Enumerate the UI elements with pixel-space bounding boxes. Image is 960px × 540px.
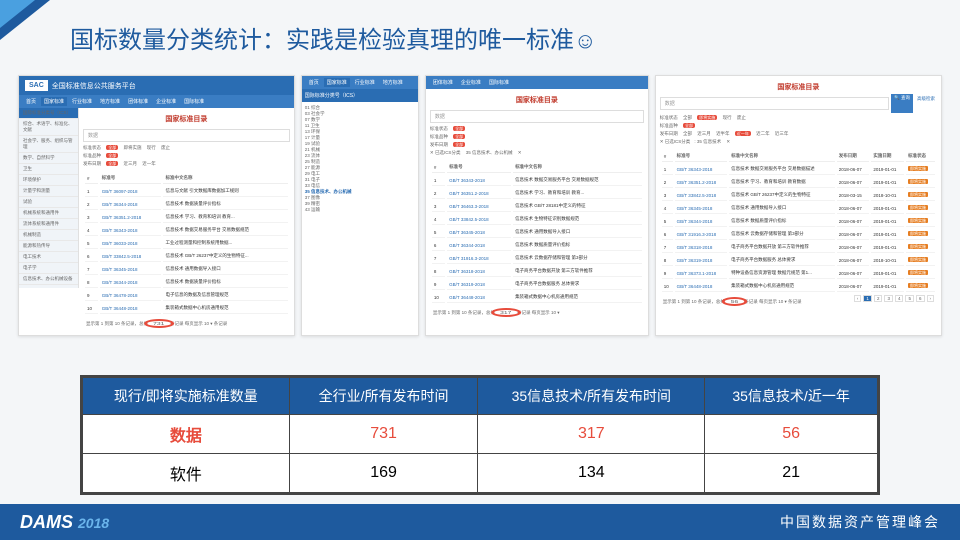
screenshot-3: 团体标准企业标准国际标准 国家标准目录 数据 标准状态 全部 标准品种 全部 发… xyxy=(425,75,649,336)
sac-logo: SAC xyxy=(25,80,48,91)
nav-bar: 首页国家标准行业标准地方标准团体标准企业标准国际标准 xyxy=(19,95,294,108)
adv-search-link[interactable]: 高级检索 xyxy=(915,94,937,113)
count-circle-2: 317 xyxy=(491,308,520,317)
pagination[interactable]: ‹123456› xyxy=(851,294,937,309)
summary-table: 现行/即将实施标准数量 全行业/所有发布时间 35信息技术/所有发布时间 35信… xyxy=(80,375,880,495)
search-input[interactable]: 数据 xyxy=(660,97,889,110)
sidebar: 国际标准分类号（ICS） 综合、术语学、标准化、文献社会学、服务、组织与管理数学… xyxy=(19,108,79,288)
screenshots-row: SAC 全国标准信息公共服务平台 首页国家标准行业标准地方标准团体标准企业标准国… xyxy=(18,75,942,336)
slide-title: 国标数量分类统计：实践是检验真理的唯一标准☺ xyxy=(70,20,596,55)
slide-footer: DAMS 2018 中国数据资产管理峰会 xyxy=(0,504,960,540)
search-input[interactable]: 数据 xyxy=(430,110,644,123)
screenshot-4: 国家标准目录 数据🔍 查询高级检索 标准状态 全部 即将实施 现行 废止 标准品… xyxy=(655,75,942,336)
count-circle-3: 56 xyxy=(722,297,748,306)
screenshot-2: 首页国家标准行业标准地方标准 国际标准分类号（ICS） 01 综合03 社会学0… xyxy=(301,75,419,336)
dams-logo: DAMS 2018 xyxy=(20,512,109,533)
sac-header: SAC 全国标准信息公共服务平台 xyxy=(19,76,294,95)
search-button[interactable]: 🔍 查询 xyxy=(891,94,913,113)
count-circle-1: 731 xyxy=(144,319,173,328)
catalog-title: 国家标准目录 xyxy=(83,112,290,126)
search-input[interactable]: 数据 xyxy=(83,129,290,142)
screenshot-1: SAC 全国标准信息公共服务平台 首页国家标准行业标准地方标准团体标准企业标准国… xyxy=(18,75,295,336)
results-table: #标准号标准中文名称 1GB/T 36097-2018信息与文献 引文数据库数据… xyxy=(83,171,290,316)
footer-text: 中国数据资产管理峰会 xyxy=(780,512,940,532)
pagination-info: 显示第 1 到第 10 条记录，总共 731 条记录 每页显示 10 ▾ 条记录 xyxy=(83,316,290,331)
corner-decoration-light xyxy=(0,0,35,28)
smile-icon: ☺ xyxy=(574,28,596,53)
nav-bar: 首页国家标准行业标准地方标准 xyxy=(302,76,418,89)
